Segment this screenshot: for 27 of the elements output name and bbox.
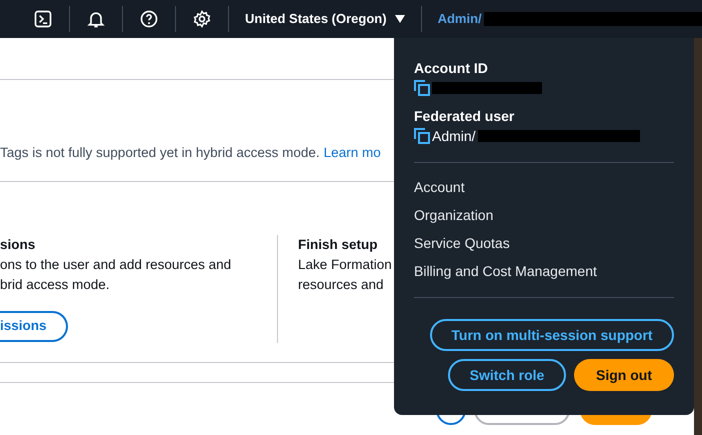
field-value: Admin/: [432, 127, 476, 146]
card-title: Finish setup: [298, 236, 379, 254]
copy-icon[interactable]: [414, 128, 430, 144]
field-label: Federated user: [414, 107, 516, 126]
menu-link[interactable]: Billing and Cost Management: [414, 257, 674, 285]
permissions-button[interactable]: issions: [0, 311, 68, 342]
field-label: Account ID: [414, 59, 489, 78]
card-title: sions: [0, 236, 36, 254]
menu-button[interactable]: Switch role: [448, 359, 566, 391]
notice-text: Tags is not fully supported yet in hybrid access mode.: [0, 144, 320, 162]
terminal-icon[interactable]: [33, 9, 53, 29]
card-text: ons to the user and add resources and: [0, 256, 232, 274]
caret-icon: [394, 15, 405, 23]
help-icon[interactable]: [139, 9, 159, 29]
menu-button[interactable]: Turn on multi-session support: [430, 319, 674, 351]
learn-more-link[interactable]: Learn mo: [324, 143, 381, 164]
menu-link[interactable]: Organization: [414, 201, 674, 229]
copy-icon[interactable]: [414, 80, 430, 96]
menu-button[interactable]: Sign out: [574, 359, 674, 391]
card-text: Lake Formation: [298, 256, 392, 274]
menu-link[interactable]: Service Quotas: [414, 229, 674, 257]
settings-icon[interactable]: [192, 9, 212, 29]
menu-link[interactable]: Account: [414, 173, 674, 201]
region-selector[interactable]: United States (Oregon): [245, 9, 405, 29]
card-text: resources and: [298, 276, 385, 294]
card-text: brid access mode.: [0, 276, 111, 294]
account-menu-button[interactable]: Admin/: [438, 9, 482, 29]
